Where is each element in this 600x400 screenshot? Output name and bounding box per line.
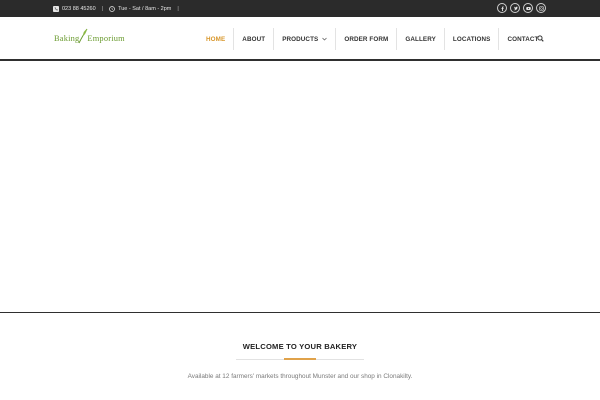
top-bar: 023 88 45260 | Tue - Sat / 8am - 2pm | bbox=[0, 0, 600, 17]
clock-icon bbox=[109, 5, 115, 12]
main-nav: HOME ABOUT PRODUCTS ORDER FORM GALLERY L… bbox=[198, 28, 546, 50]
nav-home-label: HOME bbox=[206, 35, 226, 43]
twitter-link[interactable] bbox=[510, 3, 520, 13]
nav-products-label: PRODUCTS bbox=[282, 35, 319, 43]
social-links bbox=[497, 3, 546, 13]
phone-number: 023 88 45260 bbox=[62, 5, 96, 12]
twitter-icon bbox=[513, 6, 518, 10]
instagram-link[interactable] bbox=[536, 3, 546, 13]
nav-order-form-label: ORDER FORM bbox=[344, 35, 389, 43]
contact-info: 023 88 45260 | Tue - Sat / 8am - 2pm | bbox=[53, 0, 185, 17]
welcome-text: Available at 12 farmers' markets through… bbox=[187, 373, 413, 380]
phone-icon bbox=[53, 5, 59, 12]
youtube-icon bbox=[525, 6, 531, 10]
logo-text-baking: Baking bbox=[54, 34, 80, 43]
facebook-icon bbox=[501, 6, 504, 11]
chevron-down-icon bbox=[322, 37, 328, 41]
divider-accent bbox=[284, 358, 316, 360]
nav-gallery-label: GALLERY bbox=[405, 35, 436, 43]
nav-locations-label: LOCATIONS bbox=[452, 35, 491, 43]
facebook-link[interactable] bbox=[497, 3, 507, 13]
logo-text-emporium: Emporium bbox=[87, 34, 125, 43]
separator: | bbox=[177, 5, 179, 12]
site-header: Baking Emporium HOME ABOUT PRODUCTS ORDE… bbox=[0, 17, 600, 61]
nav-about[interactable]: ABOUT bbox=[233, 28, 273, 50]
welcome-title: WELCOME TO YOUR BAKERY bbox=[242, 342, 358, 351]
hero-banner bbox=[0, 62, 600, 313]
nav-order-form[interactable]: ORDER FORM bbox=[335, 28, 396, 50]
nav-contact-label: CONTACT bbox=[507, 35, 539, 43]
nav-products[interactable]: PRODUCTS bbox=[273, 28, 335, 50]
separator: | bbox=[101, 5, 104, 12]
instagram-icon bbox=[538, 5, 544, 11]
nav-gallery[interactable]: GALLERY bbox=[396, 28, 444, 50]
opening-hours: Tue - Sat / 8am - 2pm bbox=[118, 5, 172, 12]
nav-home[interactable]: HOME bbox=[198, 28, 233, 50]
logo[interactable]: Baking Emporium bbox=[54, 28, 125, 44]
nav-locations[interactable]: LOCATIONS bbox=[443, 28, 499, 50]
nav-about-label: ABOUT bbox=[242, 35, 266, 43]
search-icon[interactable] bbox=[537, 35, 544, 42]
youtube-link[interactable] bbox=[523, 3, 533, 13]
